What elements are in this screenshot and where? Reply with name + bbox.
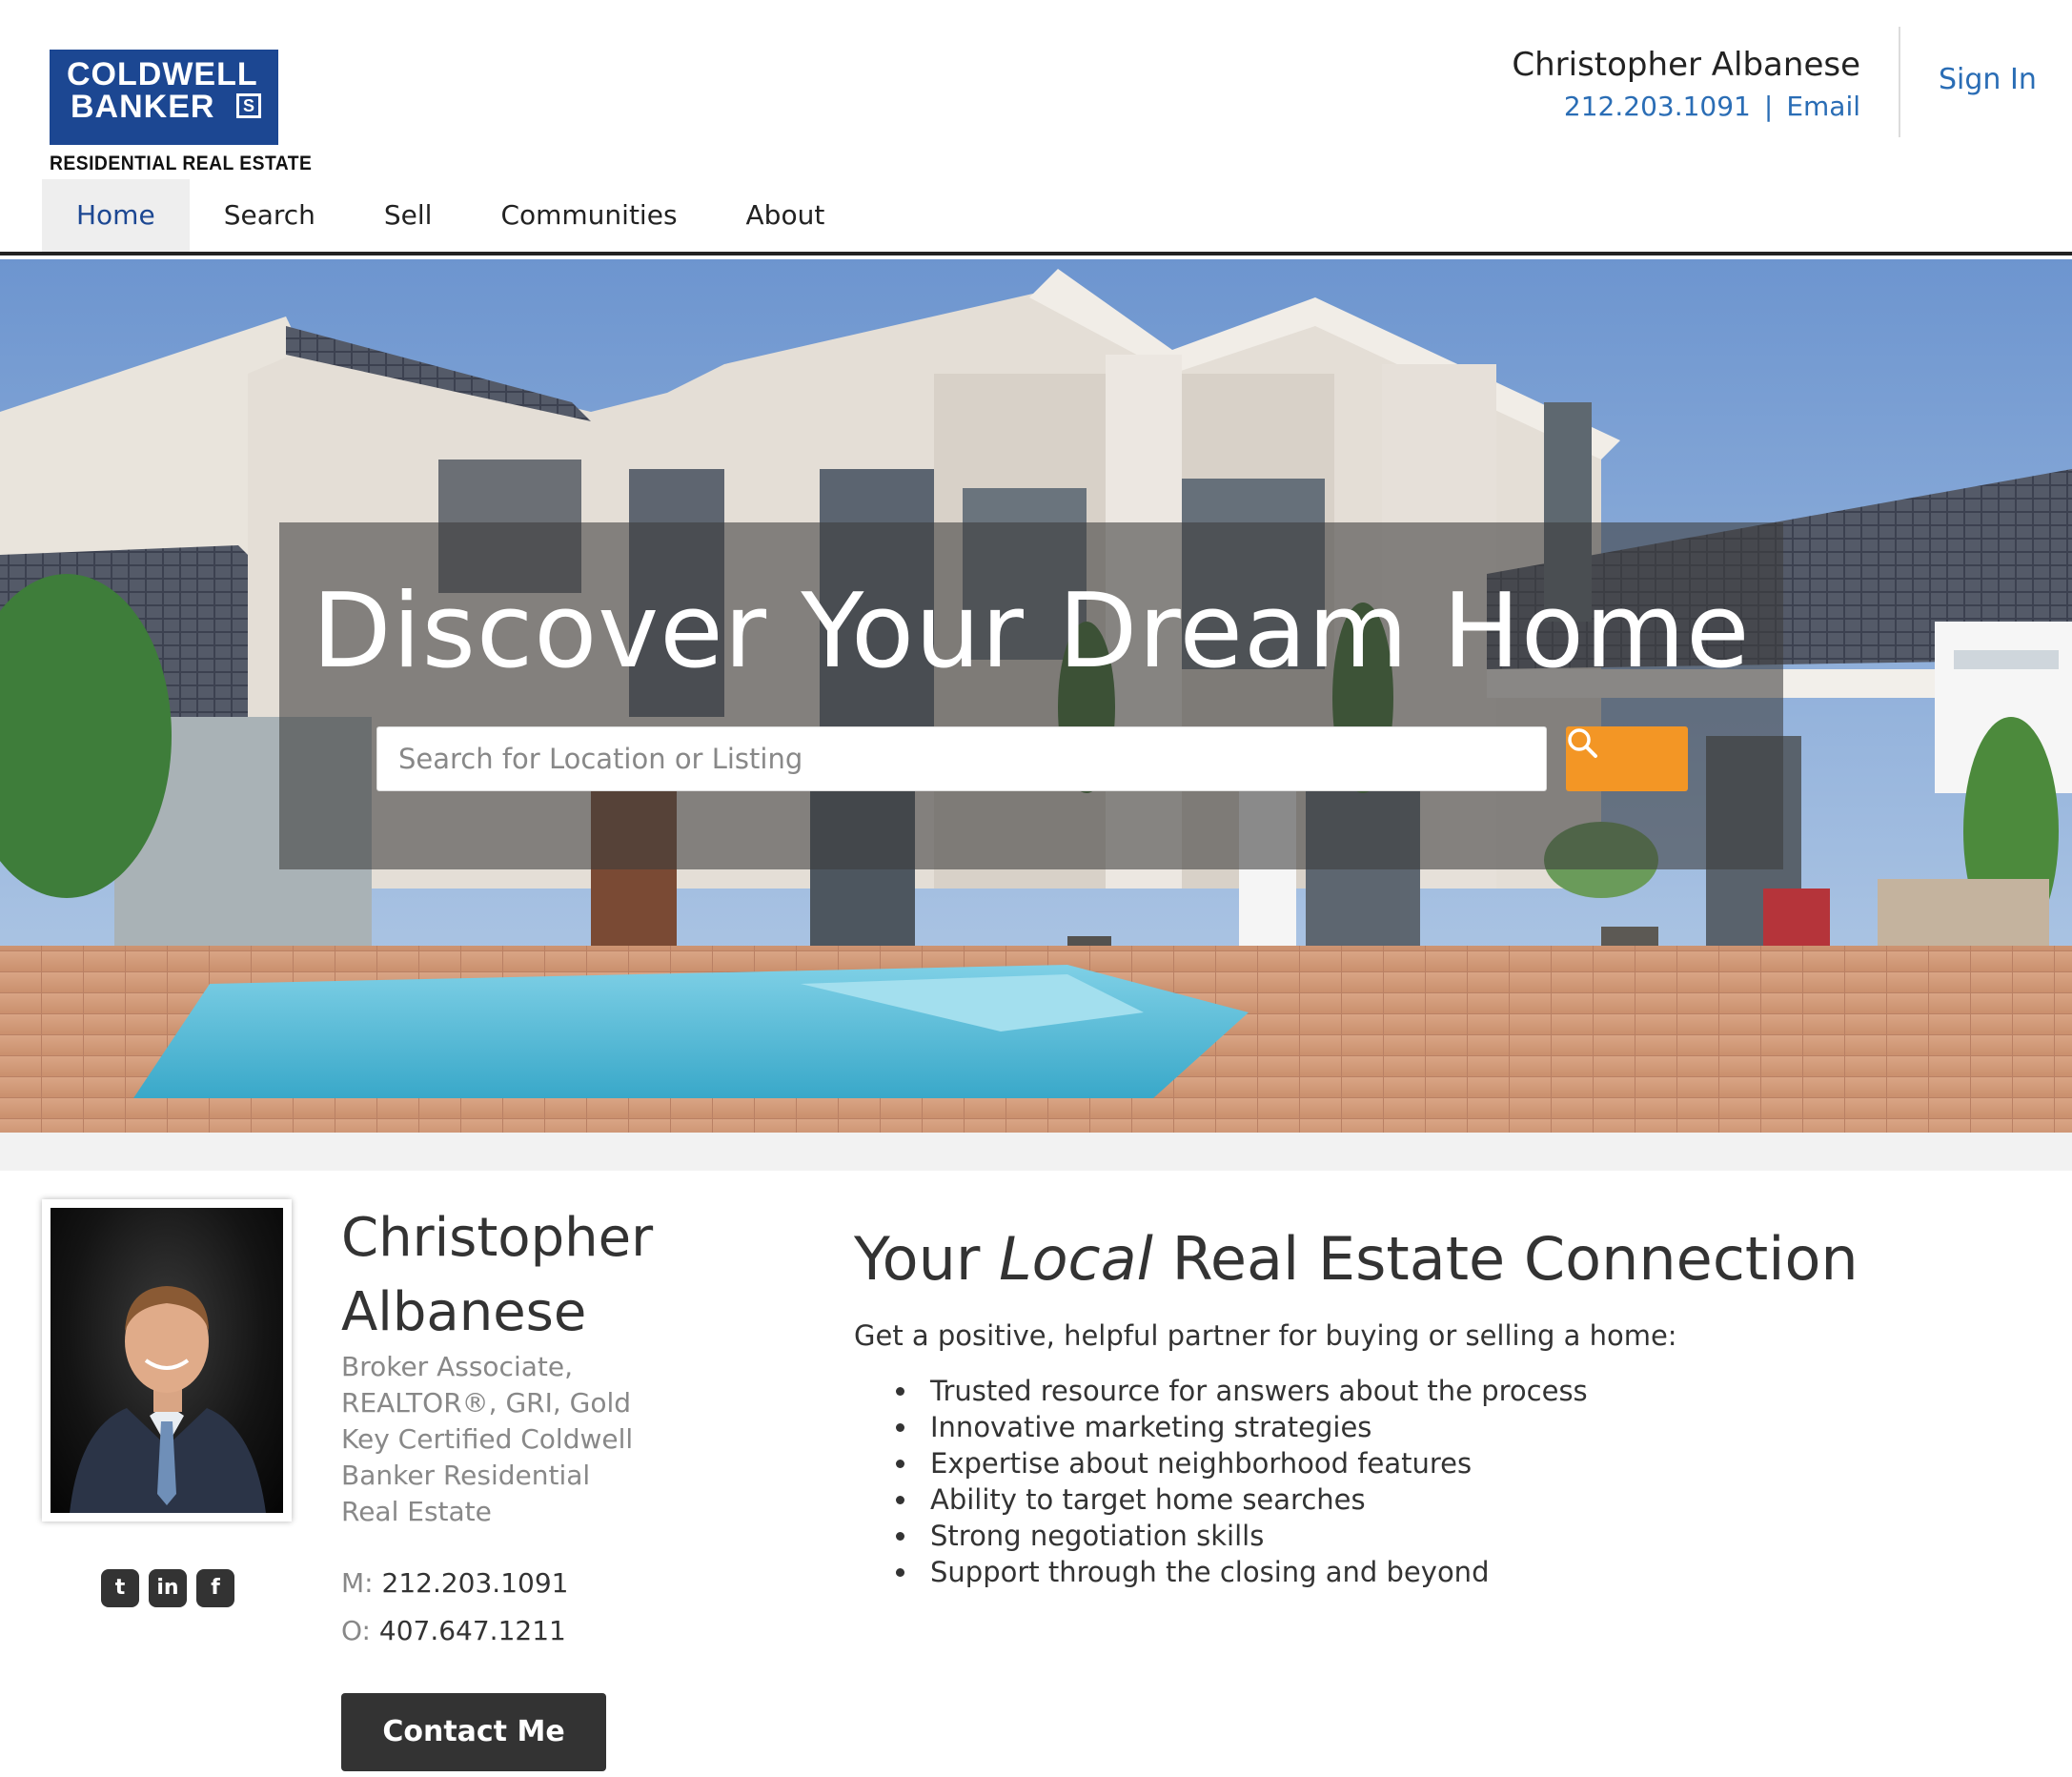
heading-post: Real Estate Connection: [1152, 1224, 1859, 1294]
logo-line-1: COLDWELL: [67, 56, 258, 92]
list-item: Ability to target home searches: [896, 1481, 1588, 1518]
agent-photo: [51, 1208, 283, 1513]
logo-mark: S: [236, 93, 261, 118]
hero-search-panel: Discover Your Dream Home Search for Loca…: [279, 522, 1783, 869]
header-separator: |: [1763, 91, 1774, 122]
site-header: COLDWELL BANKER S RESIDENTIAL REAL ESTAT…: [0, 0, 2072, 255]
main-nav: Home Search Sell Communities About: [42, 179, 859, 252]
mobile-label: M:: [341, 1567, 374, 1599]
coldwell-banker-logo[interactable]: COLDWELL BANKER S RESIDENTIAL REAL ESTAT…: [50, 50, 313, 175]
twitter-icon[interactable]: t: [101, 1569, 139, 1607]
connection-benefits-list: Trusted resource for answers about the p…: [896, 1373, 1588, 1590]
nav-home[interactable]: Home: [42, 179, 190, 252]
header-email-link[interactable]: Email: [1786, 91, 1860, 122]
heading-emphasis: Local: [999, 1224, 1153, 1294]
list-item: Innovative marketing strategies: [896, 1409, 1588, 1445]
office-number[interactable]: 407.647.1211: [379, 1615, 566, 1646]
logo-line-2: BANKER: [71, 89, 215, 125]
agent-office: O: 407.647.1211: [341, 1615, 566, 1646]
nav-about[interactable]: About: [712, 179, 860, 252]
list-item: Expertise about neighborhood features: [896, 1445, 1588, 1481]
agent-title: Broker Associate, REALTOR®, GRI, Gold Ke…: [341, 1351, 634, 1527]
list-item: Support through the closing and beyond: [896, 1554, 1588, 1590]
nav-search[interactable]: Search: [190, 179, 350, 252]
office-label: O:: [341, 1615, 371, 1646]
search-button[interactable]: [1566, 726, 1688, 791]
facebook-icon[interactable]: f: [196, 1569, 234, 1607]
header-agent-info: Christopher Albanese 212.203.1091 | Email: [1512, 42, 1860, 126]
heading-pre: Your: [854, 1224, 1000, 1294]
search-icon: [1568, 728, 1597, 758]
header-phone-link[interactable]: 212.203.1091: [1564, 91, 1751, 122]
agent-photo-frame: [42, 1199, 292, 1522]
sign-in-link[interactable]: Sign In: [1939, 63, 2037, 96]
nav-sell[interactable]: Sell: [350, 179, 467, 252]
hero-title: Discover Your Dream Home: [312, 572, 1751, 691]
location-search-input[interactable]: Search for Location or Listing: [376, 726, 1547, 791]
contact-me-button[interactable]: Contact Me: [341, 1693, 606, 1771]
header-contact-line: 212.203.1091 | Email: [1512, 88, 1860, 126]
social-links: t in f: [101, 1569, 234, 1607]
agent-name: Christopher Albanese: [341, 1207, 654, 1343]
header-agent-name: Christopher Albanese: [1512, 46, 1860, 84]
nav-communities[interactable]: Communities: [466, 179, 711, 252]
section-divider-band: [0, 1133, 2072, 1171]
logo-subtitle: RESIDENTIAL REAL ESTATE: [50, 153, 313, 174]
list-item: Trusted resource for answers about the p…: [896, 1373, 1588, 1409]
logo-badge: COLDWELL BANKER S: [50, 50, 278, 145]
agent-mobile: M: 212.203.1091: [341, 1567, 568, 1599]
linkedin-icon[interactable]: in: [149, 1569, 187, 1607]
connection-heading: Your Local Real Estate Connection: [854, 1224, 1859, 1294]
list-item: Strong negotiation skills: [896, 1518, 1588, 1554]
connection-intro: Get a positive, helpful partner for buyi…: [854, 1319, 1677, 1352]
header-divider: [1899, 27, 1900, 137]
hero-banner: Discover Your Dream Home Search for Loca…: [0, 259, 2072, 1133]
mobile-number[interactable]: 212.203.1091: [382, 1567, 569, 1599]
